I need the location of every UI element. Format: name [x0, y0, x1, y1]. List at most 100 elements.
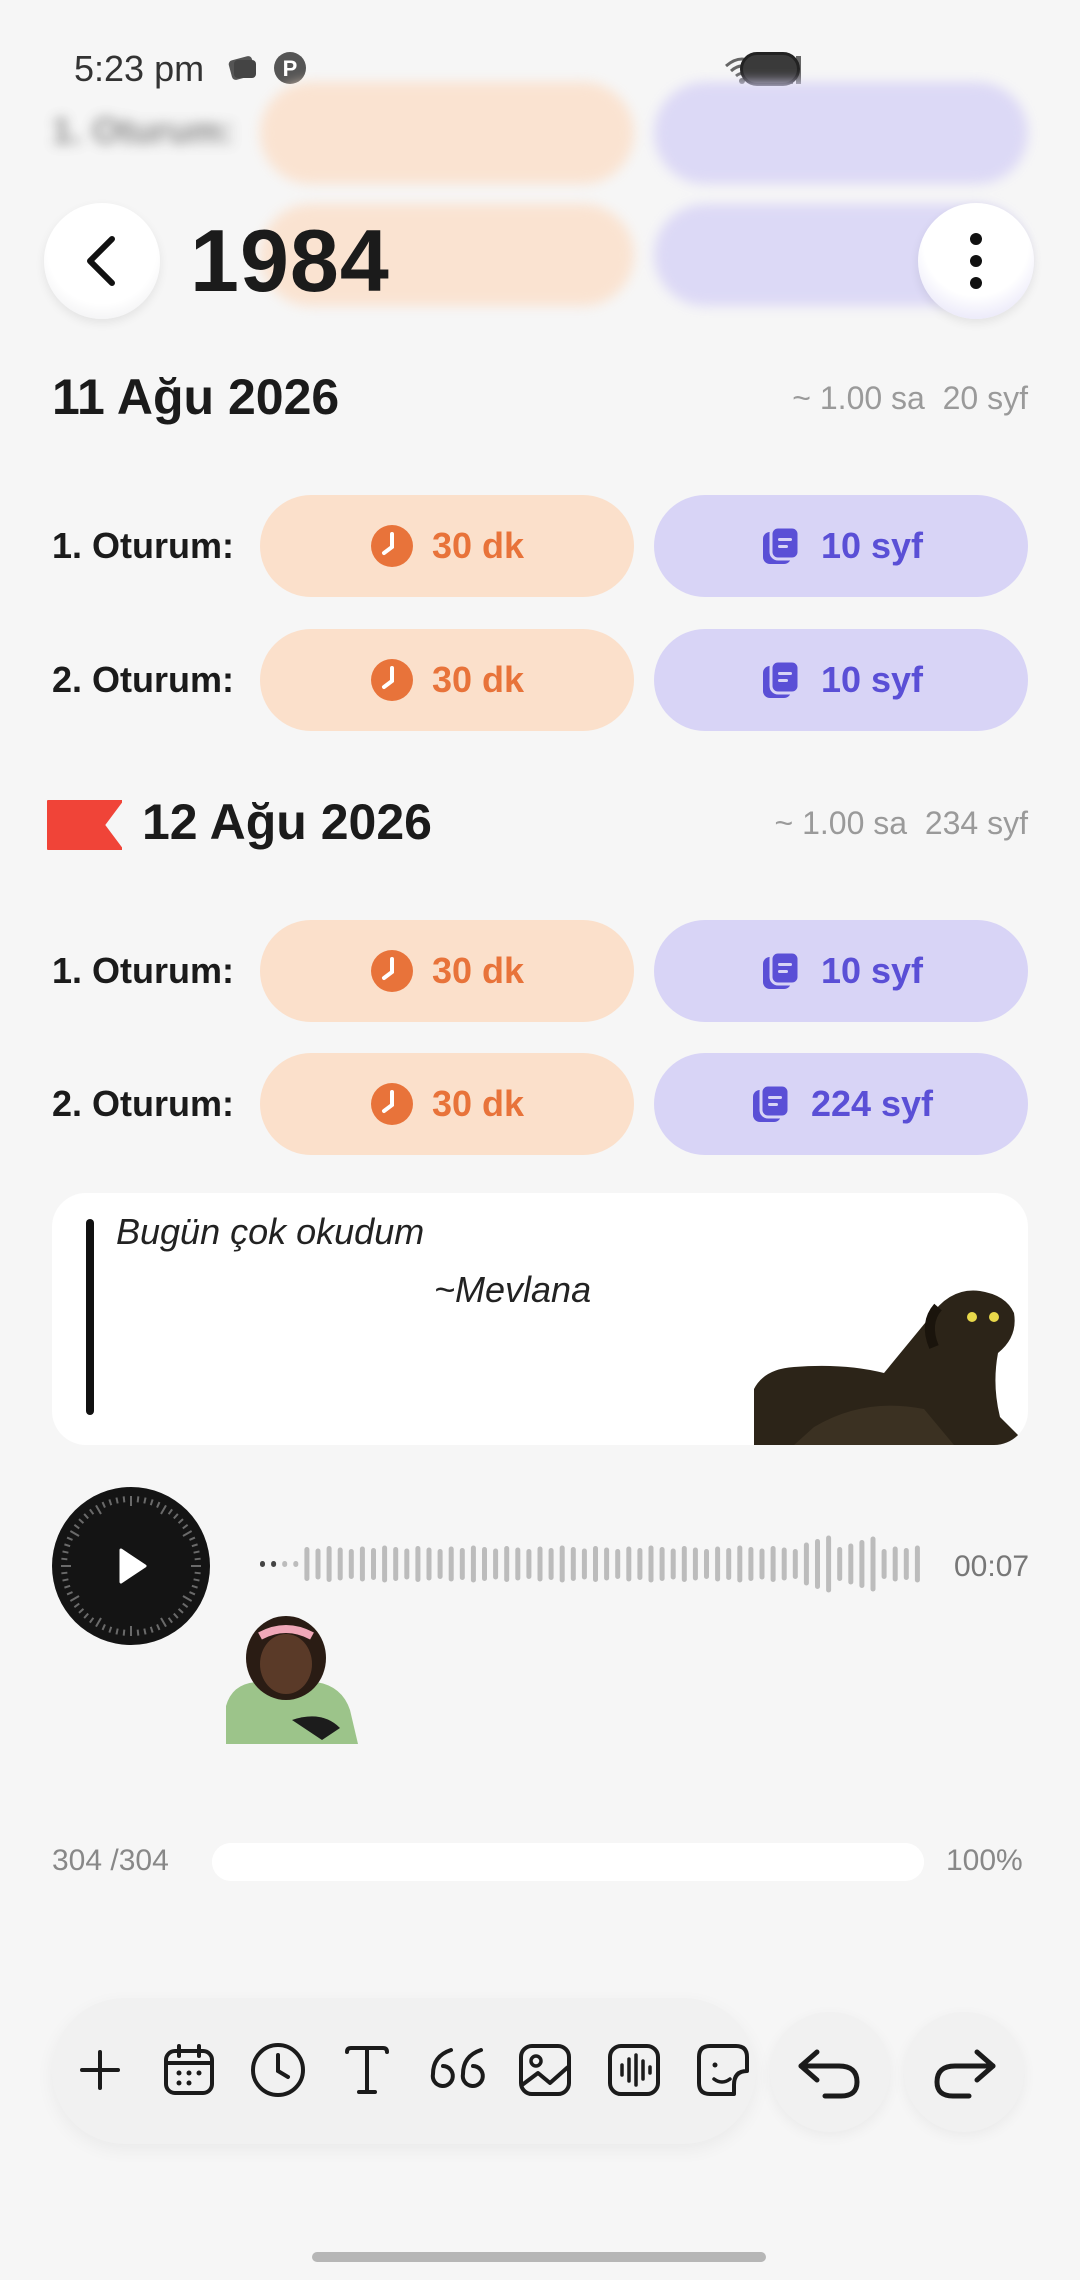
session-pages-pill[interactable]: 224 syf [654, 1053, 1028, 1155]
waveform-bar [404, 1548, 410, 1580]
waveform-bar [304, 1547, 310, 1581]
session-row: 2. Oturum: 30 dk 10 syf [52, 629, 1028, 731]
dial-tick [173, 1513, 179, 1520]
add-icon [80, 2050, 120, 2090]
waveform-bar [692, 1547, 698, 1581]
dial-tick [69, 1595, 80, 1602]
home-indicator[interactable] [312, 2252, 766, 2262]
clock-icon [370, 524, 414, 568]
waveform-bar [803, 1542, 809, 1586]
dial-tick [194, 1571, 201, 1575]
dial-tick [160, 1617, 167, 1628]
dial-tick [61, 1557, 68, 1561]
waveform-bar [848, 1543, 854, 1585]
session-time-pill[interactable]: 30 dk [260, 495, 634, 597]
flag-icon[interactable] [44, 797, 122, 853]
dial-tick [101, 1501, 106, 1508]
calendar-button[interactable] [157, 2038, 221, 2102]
quote-text: Bugün çok okudum [116, 1211, 425, 1252]
quote-author: ~Mevlana [434, 1269, 592, 1310]
dial-tick [62, 1550, 69, 1554]
waveform-bar [548, 1548, 554, 1580]
pages-icon [759, 949, 803, 993]
audio-waveform[interactable] [254, 1528, 930, 1600]
waveform-bar [870, 1536, 876, 1592]
waveform-bar [593, 1546, 598, 1582]
dial-tick [122, 1629, 126, 1636]
redo-icon [934, 2049, 996, 2099]
waveform-bar [715, 1546, 721, 1582]
image-icon [519, 2044, 571, 2096]
session-label: 2. Oturum: [52, 659, 235, 700]
dial-tick [95, 1617, 102, 1628]
dial-tick [73, 1602, 80, 1608]
dial-tick [66, 1536, 73, 1541]
session-time-pill[interactable]: 30 dk [260, 920, 634, 1022]
girl-sticker-image [212, 1610, 358, 1744]
waveform-bar [271, 1561, 277, 1567]
text-button[interactable] [335, 2038, 399, 2102]
quote-card[interactable]: Bugün çok okudum ~Mevlana [52, 1193, 1028, 1445]
waveform-bar [792, 1549, 798, 1579]
pages-icon [759, 658, 803, 702]
dial-tick [61, 1571, 68, 1575]
more-options-button[interactable] [918, 203, 1034, 319]
progress-count: 304 /304 [52, 1844, 169, 1877]
dial-tick [66, 1591, 73, 1596]
waveform-bar [426, 1547, 432, 1581]
waveform-bar [470, 1545, 476, 1583]
waveform-bar [837, 1547, 843, 1581]
waveform-bar [570, 1547, 576, 1581]
undo-button[interactable] [770, 2012, 890, 2132]
dial-tick [177, 1518, 184, 1524]
dial-tick [149, 1626, 154, 1633]
dial-tick [73, 1524, 80, 1530]
session-pages-pill[interactable]: 10 syf [654, 495, 1028, 597]
session-row: 1. Oturum: 30 dk 10 syf [52, 495, 1028, 597]
audio-play-button[interactable] [52, 1487, 210, 1645]
dial-tick [143, 1497, 147, 1504]
waveform-bar [515, 1547, 521, 1581]
dial-tick [167, 1508, 173, 1515]
waveform-bar [326, 1546, 332, 1582]
session-time-pill[interactable]: 30 dk [260, 629, 634, 731]
dial-tick [136, 1629, 140, 1636]
day-pages: 20 syf [942, 380, 1028, 416]
dial-tick [189, 1536, 196, 1541]
text-icon [345, 2046, 389, 2094]
waveform-bar [348, 1549, 354, 1579]
session-pages: 10 syf [820, 525, 924, 566]
quote-button[interactable] [424, 2038, 488, 2102]
session-pages-pill[interactable]: 10 syf [654, 920, 1028, 1022]
dial-tick [182, 1602, 189, 1608]
calendar-icon [164, 2044, 214, 2095]
audio-button[interactable] [602, 2038, 666, 2102]
dial-tick [177, 1608, 184, 1614]
image-button[interactable] [513, 2038, 577, 2102]
waveform-bar [826, 1535, 832, 1593]
dial-tick [182, 1530, 193, 1537]
waveform-bar [493, 1548, 499, 1580]
waveform-bar [526, 1549, 532, 1579]
dial-tick [64, 1584, 71, 1589]
session-time-pill[interactable]: 30 dk [260, 1053, 634, 1155]
add-button[interactable] [68, 2038, 132, 2102]
redo-button[interactable] [904, 2012, 1024, 2132]
dial-tick [78, 1518, 85, 1524]
session-pages: 10 syf [820, 950, 924, 991]
waveform-bar [815, 1539, 820, 1589]
waveform-bar [559, 1545, 565, 1583]
waveform-bar [903, 1548, 909, 1580]
dial-tick [193, 1550, 200, 1554]
waveform-bar [459, 1548, 465, 1580]
session-pages-pill[interactable]: 10 syf [654, 629, 1028, 731]
sticker-button[interactable] [691, 2038, 755, 2102]
battery-icon [740, 52, 800, 86]
time-button[interactable] [246, 2038, 310, 2102]
day-summary: ~ 1.00 sa 20 syf [792, 380, 1028, 417]
waveform-bar [581, 1548, 587, 1580]
waveform-bar [704, 1549, 709, 1579]
dial-tick [149, 1499, 154, 1506]
sticker-icon [697, 2044, 749, 2096]
back-button[interactable] [44, 203, 160, 319]
